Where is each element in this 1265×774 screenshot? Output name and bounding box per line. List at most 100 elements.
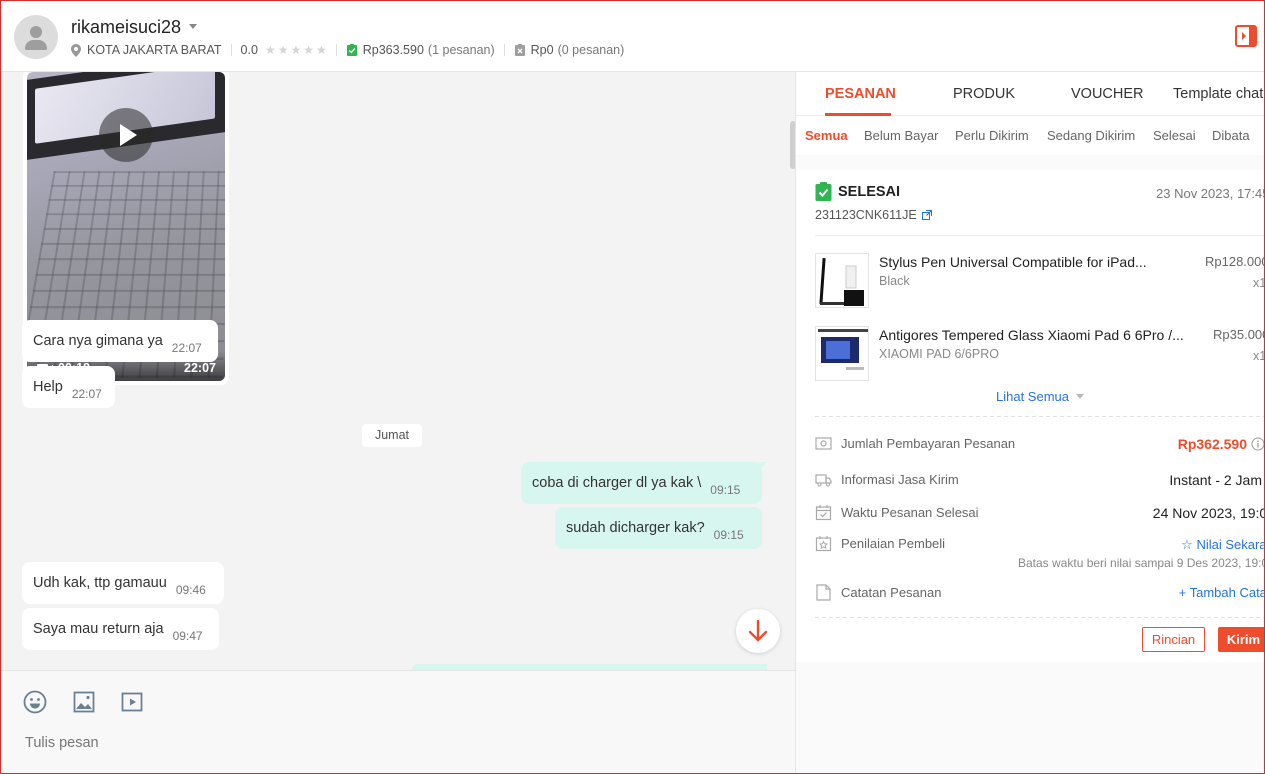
completed-order-icon — [346, 44, 357, 56]
message-incoming[interactable]: Udh kak, ttp gamauu 09:46 — [22, 562, 224, 604]
shipping-row: Informasi Jasa Kirim Instant - 2 Jam — [815, 470, 1264, 490]
divider — [815, 235, 1264, 236]
rate-now-label: Nilai Sekarang — [1196, 537, 1264, 552]
divider — [815, 416, 1264, 417]
filter-belum-bayar[interactable]: Belum Bayar — [864, 128, 938, 143]
payment-icon — [815, 437, 832, 450]
completion-time-label: Waktu Pesanan Selesai — [841, 505, 979, 520]
completion-time-value: 24 Nov 2023, 19:04 — [1152, 505, 1265, 521]
cancelled-amount: Rp0 — [530, 43, 554, 57]
message-composer — [1, 670, 795, 773]
buyer-rating-row: Penilaian Pembeli ☆ Nilai Sekarang — [815, 534, 1264, 554]
app-window: rikameisuci28 KOTA JAKARTA BARAT 0.0 ★ ★… — [0, 0, 1265, 774]
product-quantity: x1 — [1253, 349, 1265, 363]
order-date: 23 Nov 2023, 17:45 — [1156, 186, 1265, 201]
see-all-products-link[interactable]: Lihat Semua — [996, 389, 1084, 404]
avatar[interactable] — [14, 15, 58, 59]
product-variant: XIAOMI PAD 6/6PRO — [879, 347, 999, 361]
completed-count: (1 pesanan) — [427, 43, 495, 57]
order-card: SELESAI 23 Nov 2023, 17:45 231123CNK611J… — [796, 170, 1265, 662]
product-thumbnail — [815, 253, 869, 308]
details-button[interactable]: Rincian — [1142, 627, 1205, 652]
product-variant: Black — [879, 274, 910, 288]
message-text: Help — [33, 379, 63, 395]
filter-selesai[interactable]: Selesai — [1153, 128, 1196, 143]
star-icon: ★ — [277, 43, 289, 57]
cancelled-count: (0 pesanan) — [557, 43, 625, 57]
rate-now-link[interactable]: ☆ Nilai Sekarang — [1181, 537, 1264, 553]
message-incoming[interactable]: Cara nya gimana ya 22:07 — [22, 320, 218, 362]
divider — [815, 617, 1264, 618]
tab-produk[interactable]: PRODUK — [953, 86, 1015, 102]
message-input[interactable] — [25, 733, 765, 753]
order-product[interactable]: Antigores Tempered Glass Xiaomi Pad 6 6P… — [815, 326, 1265, 382]
avatar-body-shape — [25, 40, 47, 50]
completion-time-row: Waktu Pesanan Selesai 24 Nov 2023, 19:04 — [815, 503, 1265, 523]
buyer-rating: 0.0 — [240, 43, 258, 57]
divider — [335, 44, 337, 56]
filter-perlu-dikirim[interactable]: Perlu Dikirim — [955, 128, 1029, 143]
message-text: Udh kak, ttp gamauu — [33, 575, 167, 591]
message-time: 09:15 — [713, 528, 744, 542]
shipping-label: Informasi Jasa Kirim — [841, 472, 959, 487]
message-text: Saya mau return aja — [33, 621, 164, 637]
message-outgoing[interactable]: sudah dicharger kak? 09:15 — [555, 507, 762, 549]
filter-dibatalkan[interactable]: Dibata — [1212, 128, 1250, 143]
message-incoming[interactable]: Saya mau return aja 09:47 — [22, 608, 219, 650]
payment-label: Jumlah Pembayaran Pesanan — [841, 436, 1016, 451]
filter-sedang-dikirim[interactable]: Sedang Dikirim — [1047, 128, 1135, 143]
truck-icon — [815, 474, 832, 487]
external-link-icon[interactable] — [921, 210, 932, 220]
chevron-down-icon[interactable] — [189, 24, 197, 29]
message-text: Cara nya gimana ya — [33, 333, 163, 349]
avatar-head-shape — [30, 26, 42, 38]
divider — [503, 44, 505, 56]
order-panel: PESANAN PRODUK VOUCHER Template chat Sem… — [795, 72, 1265, 773]
buyer-meta: KOTA JAKARTA BARAT 0.0 ★ ★ ★ ★ ★ Rp363.5… — [71, 42, 624, 58]
username[interactable]: rikameisuci28 — [71, 17, 181, 38]
video-time: 22:07 — [184, 361, 216, 375]
product-quantity: x1 — [1253, 276, 1265, 290]
image-icon[interactable] — [72, 690, 96, 714]
buyer-rating-label: Penilaian Pembeli — [841, 536, 946, 551]
order-id[interactable]: 231123CNK611JE — [815, 208, 917, 222]
order-status: SELESAI — [815, 182, 900, 201]
order-note-label: Catatan Pesanan — [841, 585, 942, 600]
chat-header: rikameisuci28 KOTA JAKARTA BARAT 0.0 ★ ★… — [1, 1, 1264, 72]
payment-amount: Rp362.590 — [1177, 436, 1247, 452]
note-icon — [816, 584, 831, 601]
day-divider: Jumat — [362, 424, 422, 447]
message-time: 09:46 — [175, 583, 206, 597]
video-icon[interactable] — [120, 690, 144, 714]
send-order-button[interactable]: Kirim — [1218, 627, 1264, 652]
order-id-row[interactable]: 231123CNK611JE — [815, 208, 932, 222]
tab-voucher[interactable]: VOUCHER — [1071, 86, 1144, 102]
info-icon[interactable] — [1251, 437, 1265, 451]
tab-pesanan[interactable]: PESANAN — [825, 86, 896, 102]
panel-tabs: PESANAN PRODUK VOUCHER Template chat — [796, 72, 1264, 116]
product-name: Stylus Pen Universal Compatible for iPad… — [879, 254, 1147, 270]
message-incoming[interactable]: Help 22:07 — [22, 366, 115, 408]
order-product[interactable]: Stylus Pen Universal Compatible for iPad… — [815, 253, 1265, 309]
play-icon[interactable] — [99, 108, 153, 162]
order-status-label: SELESAI — [838, 183, 901, 200]
filter-semua[interactable]: Semua — [805, 128, 848, 143]
divider — [230, 44, 232, 56]
add-note-link[interactable]: + Tambah Catatan — [1179, 585, 1264, 600]
star-icon: ★ — [303, 43, 314, 57]
star-icon: ★ — [290, 43, 302, 57]
payment-row: Jumlah Pembayaran Pesanan Rp362.590 — [815, 434, 1265, 454]
message-outgoing[interactable]: coba di charger dl ya kak \ 09:15 — [521, 462, 767, 504]
collapse-panel-icon[interactable] — [1234, 24, 1258, 48]
star-icon: ★ — [315, 43, 327, 57]
cancelled-order-icon — [514, 44, 525, 56]
chevron-down-icon — [1076, 394, 1084, 399]
message-time: 22:07 — [171, 341, 202, 355]
scroll-to-bottom-button[interactable] — [736, 609, 780, 653]
chat-thread[interactable]: 00:18 22:07 Cara nya gimana ya 22:07 Hel… — [1, 72, 795, 670]
arrow-down-icon — [748, 619, 768, 642]
tab-template-chat[interactable]: Template chat — [1173, 86, 1263, 102]
see-all-label: Lihat Semua — [996, 389, 1069, 404]
emoji-icon[interactable] — [23, 690, 47, 714]
rating-deadline: Batas waktu beri nilai sampai 9 Des 2023… — [1018, 556, 1265, 570]
